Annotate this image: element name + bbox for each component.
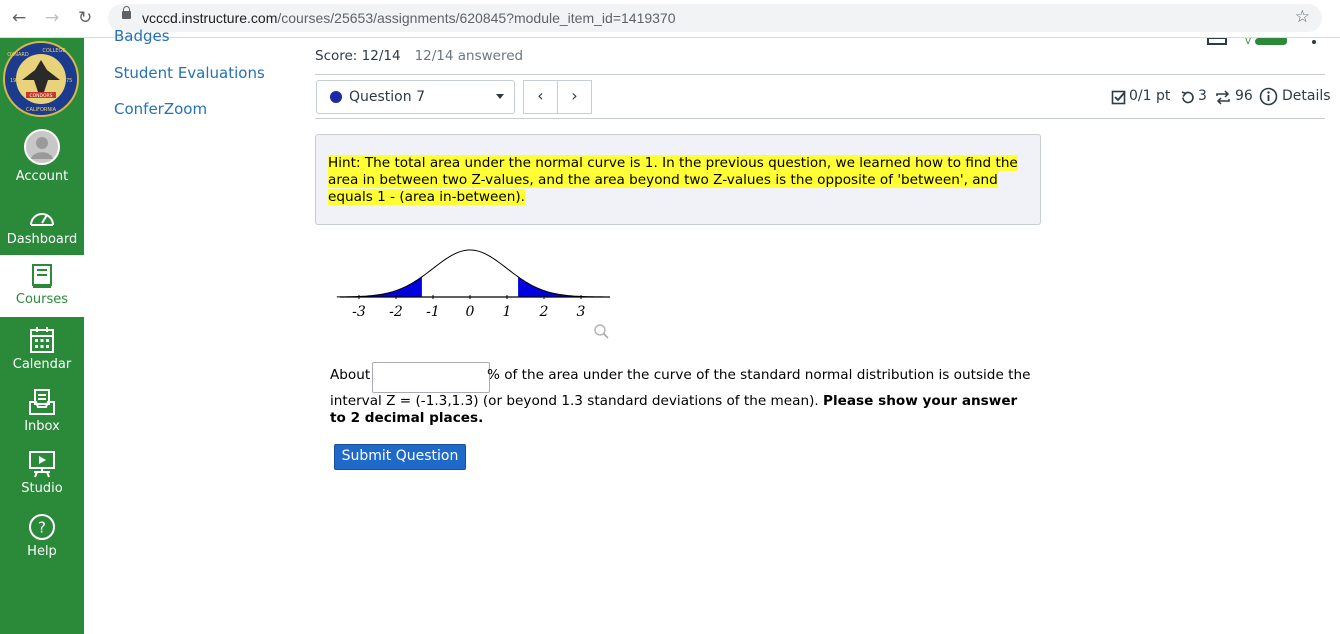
answer-input[interactable]	[372, 362, 490, 393]
question-text-line2: interval Z = (-1.3,1.3) (or beyond 1.3 s…	[330, 393, 1020, 427]
svg-text:?: ?	[38, 519, 46, 537]
chevron-down-icon	[496, 94, 504, 99]
nav-help-label: Help	[27, 544, 57, 559]
info-icon[interactable]	[1259, 87, 1278, 106]
nav-account[interactable]: Account	[0, 128, 84, 184]
calendar-icon	[30, 327, 54, 353]
svg-text:V: V	[1245, 38, 1252, 47]
toggle-switch-icon[interactable]: V	[1245, 38, 1295, 47]
course-nav-badges[interactable]: Badges	[114, 27, 170, 45]
college-logo[interactable]: CONDORS COLLEGE OXNARD CALIFORNIA 19 75	[2, 40, 80, 118]
browser-toolbar: ← → ↻ vcccd.instructure.com/courses/2565…	[0, 0, 1340, 38]
previous-question-button[interactable]: ‹	[523, 80, 558, 114]
nav-account-label: Account	[15, 169, 69, 184]
tick-label: 0	[466, 304, 475, 320]
points-value: 0/1 pt	[1129, 88, 1171, 104]
studio-icon	[29, 451, 55, 478]
divider	[315, 74, 1325, 75]
nav-calendar-label: Calendar	[12, 357, 72, 372]
bookmark-star-icon[interactable]: ☆	[1295, 7, 1310, 27]
tick-label: 1	[503, 304, 512, 320]
hint-box: Hint: The total area under the normal cu…	[315, 134, 1041, 225]
nav-inbox[interactable]: Inbox	[0, 388, 84, 434]
shaded-left-tail	[336, 276, 422, 297]
nav-courses[interactable]: Courses	[0, 255, 84, 317]
forward-icon[interactable]: →	[45, 8, 59, 28]
question-interval-text: interval Z = (-1.3,1.3) (or beyond 1.3 s…	[330, 393, 819, 409]
back-icon[interactable]: ←	[12, 8, 26, 28]
tick-label: -3	[352, 304, 366, 320]
nav-courses-label: Courses	[15, 292, 69, 307]
nav-inbox-label: Inbox	[24, 419, 60, 434]
svg-text:19: 19	[10, 78, 16, 84]
lock-icon	[122, 6, 131, 19]
print-icon[interactable]	[1206, 38, 1228, 46]
retry-icon	[1181, 91, 1194, 104]
question-select[interactable]: Question 7	[316, 80, 515, 114]
hint-text: Hint: The total area under the normal cu…	[328, 155, 1018, 205]
attempts-icon	[1216, 90, 1230, 105]
score-value: Score: 12/14	[315, 48, 401, 64]
tick-label: -1	[426, 304, 440, 320]
svg-text:CONDORS: CONDORS	[29, 93, 52, 99]
submit-question-button[interactable]: Submit Question	[334, 444, 466, 470]
tick-label: 3	[577, 304, 586, 320]
svg-text:CALIFORNIA: CALIFORNIA	[26, 107, 57, 113]
normal-curve	[336, 249, 604, 298]
dashboard-icon	[30, 213, 54, 226]
svg-text:75: 75	[66, 78, 72, 84]
question-prefix: About	[330, 367, 371, 383]
details-link[interactable]: Details	[1282, 88, 1331, 104]
nav-studio-label: Studio	[21, 481, 63, 496]
help-icon: ?	[29, 514, 55, 540]
score-line: Score: 12/14 12/14 answered	[315, 48, 523, 64]
zoom-icon[interactable]	[594, 324, 609, 339]
url-text: vcccd.instructure.com/courses/25653/assi…	[142, 10, 676, 26]
checkbox-icon	[1111, 90, 1126, 105]
question-select-label: Question 7	[349, 89, 425, 105]
svg-text:OXNARD: OXNARD	[7, 52, 29, 58]
tick-label: -2	[389, 304, 403, 320]
axis-tick-labels: -3 -2 -1 0 1 2 3	[352, 304, 585, 320]
svg-text:COLLEGE: COLLEGE	[42, 48, 65, 54]
nav-help[interactable]: ? Help	[0, 513, 84, 559]
attempts-count: 96	[1235, 88, 1253, 104]
tick-label: 2	[539, 304, 549, 320]
course-nav-conferzoom[interactable]: ConferZoom	[114, 100, 207, 118]
shaded-right-tail	[518, 276, 604, 297]
nav-calendar[interactable]: Calendar	[0, 326, 84, 372]
courses-book-icon	[32, 264, 52, 288]
global-nav: CONDORS COLLEGE OXNARD CALIFORNIA 19 75 …	[0, 38, 84, 634]
more-options-icon[interactable]	[1311, 38, 1317, 46]
retries-count: 3	[1198, 88, 1207, 104]
next-question-button[interactable]: ›	[557, 80, 592, 114]
course-nav-student-evaluations[interactable]: Student Evaluations	[114, 64, 265, 82]
divider	[315, 118, 1325, 119]
question-suffix: % of the area under the curve of the sta…	[487, 367, 1031, 383]
answered-count: 12/14 answered	[414, 48, 524, 64]
reload-icon[interactable]: ↻	[78, 8, 92, 28]
inbox-icon	[29, 389, 55, 415]
nav-dashboard-label: Dashboard	[6, 232, 78, 247]
nav-dashboard[interactable]: Dashboard	[0, 205, 84, 247]
question-status-dot	[330, 91, 342, 103]
address-bar[interactable]: vcccd.instructure.com/courses/25653/assi…	[108, 4, 1322, 32]
nav-studio[interactable]: Studio	[0, 450, 84, 496]
normal-curve-graph: -3 -2 -1 0 1 2 3	[336, 249, 610, 339]
avatar-icon	[24, 129, 60, 165]
